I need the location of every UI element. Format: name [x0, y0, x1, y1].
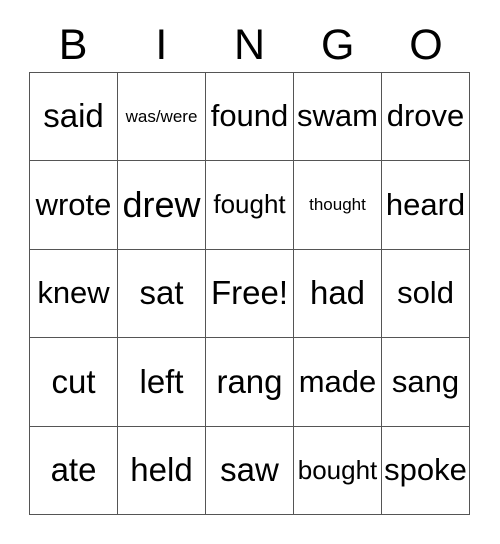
- bingo-cell[interactable]: swam: [294, 73, 382, 162]
- bingo-cell-label: found: [210, 98, 289, 134]
- bingo-cell-label: was/were: [125, 106, 198, 126]
- bingo-cell-label: sold: [397, 275, 454, 311]
- bingo-cell[interactable]: rang: [206, 338, 294, 427]
- header-letter-g: G: [320, 20, 355, 69]
- bingo-cell-label: ate: [50, 450, 97, 488]
- bingo-cell-label: said: [43, 97, 104, 135]
- bingo-cell-label: rang: [216, 362, 283, 400]
- bingo-cell-label: drove: [386, 98, 465, 134]
- bingo-grid: said was/were found swam drove wrote drew fough…: [29, 72, 470, 515]
- bingo-cell[interactable]: thought: [294, 161, 382, 250]
- bingo-cell-label: had: [309, 274, 366, 312]
- bingo-cell[interactable]: sang: [382, 338, 470, 427]
- bingo-cell[interactable]: fought: [206, 161, 294, 250]
- bingo-cell-label: sang: [391, 363, 460, 399]
- bingo-cell[interactable]: sat: [118, 249, 206, 339]
- bingo-cell-label: cut: [51, 362, 96, 400]
- bingo-cell[interactable]: left: [118, 338, 206, 427]
- bingo-cell[interactable]: found: [206, 73, 294, 162]
- bingo-cell-label: spoke: [384, 452, 467, 488]
- bingo-cell[interactable]: bought: [294, 426, 382, 515]
- bingo-cell-label: bought: [297, 454, 378, 485]
- bingo-cell-label: fought: [213, 189, 286, 220]
- bingo-cell-label: knew: [37, 275, 110, 311]
- bingo-cell-label: left: [139, 362, 184, 400]
- bingo-cell-label: drew: [122, 184, 201, 226]
- bingo-cell[interactable]: drove: [382, 73, 470, 162]
- bingo-cell-label: heard: [385, 186, 466, 222]
- bingo-cell[interactable]: drew: [118, 161, 206, 250]
- bingo-cell[interactable]: cut: [30, 338, 118, 427]
- bingo-cell-label: thought: [309, 195, 366, 215]
- bingo-card: B I N G O said was/were found swam drove wrot…: [0, 0, 500, 544]
- bingo-cell[interactable]: wrote: [30, 161, 118, 250]
- bingo-cell[interactable]: ate: [30, 426, 118, 515]
- bingo-cell[interactable]: was/were: [118, 73, 206, 162]
- bingo-cell[interactable]: held: [118, 426, 206, 515]
- bingo-cell-label: wrote: [35, 186, 112, 222]
- bingo-cell[interactable]: knew: [30, 249, 118, 339]
- bingo-cell-label: Free!: [210, 274, 289, 312]
- bingo-cell-label: sat: [139, 274, 184, 312]
- bingo-cell[interactable]: had: [294, 249, 382, 339]
- bingo-cell-label: swam: [297, 98, 378, 134]
- bingo-cell-label: saw: [220, 450, 279, 488]
- bingo-cell[interactable]: spoke: [382, 426, 470, 515]
- bingo-cell[interactable]: saw: [206, 426, 294, 515]
- header-letter-n: N: [233, 20, 266, 69]
- bingo-header: B I N G O: [29, 18, 470, 72]
- header-letter-i: I: [155, 20, 168, 69]
- bingo-cell-label: made: [298, 363, 377, 399]
- header-letter-o: O: [409, 20, 443, 69]
- bingo-cell[interactable]: Free!: [206, 249, 294, 339]
- bingo-cell[interactable]: said: [30, 73, 118, 162]
- bingo-cell[interactable]: made: [294, 338, 382, 427]
- bingo-cell[interactable]: heard: [382, 161, 470, 250]
- header-letter-b: B: [58, 20, 88, 69]
- bingo-cell-label: held: [130, 450, 193, 488]
- bingo-cell[interactable]: sold: [382, 249, 470, 339]
